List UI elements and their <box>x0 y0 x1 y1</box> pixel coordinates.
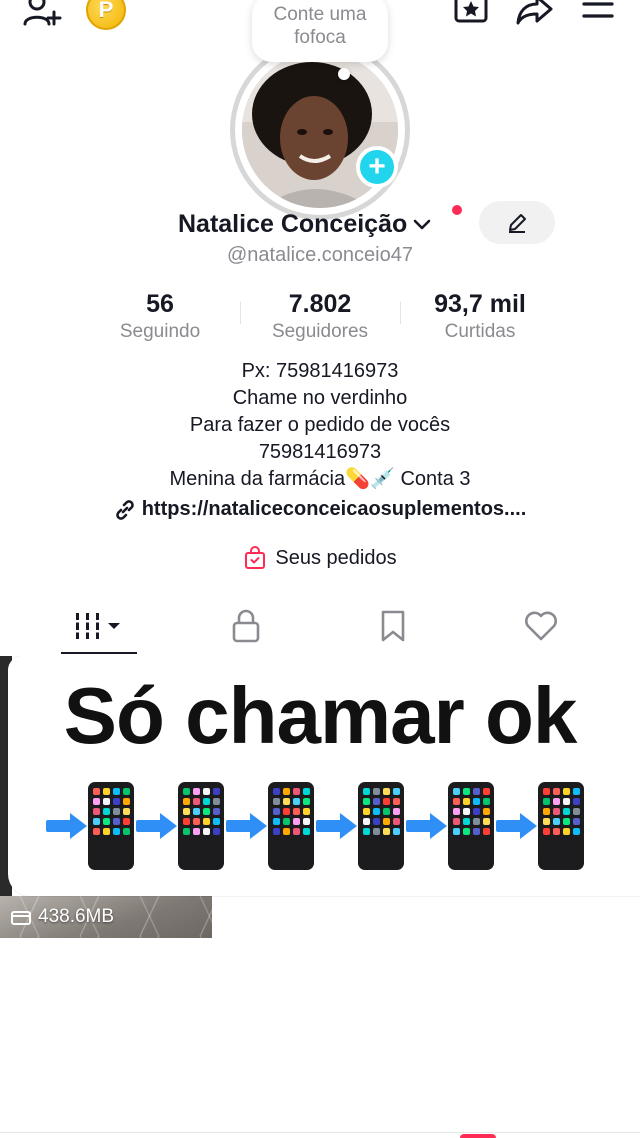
tab-liked[interactable] <box>496 600 586 652</box>
bottom-nav-indicator <box>460 1134 496 1138</box>
bio-line: 75981416973 <box>258 441 382 463</box>
mobile-phone-icon <box>358 782 404 870</box>
your-orders-button[interactable]: Seus pedidos <box>0 546 640 570</box>
bio-line: Chame no verdinho <box>232 387 408 409</box>
mobile-phone-icon <box>448 782 494 870</box>
mobile-phone-icon <box>88 782 134 870</box>
tab-private[interactable] <box>201 600 291 652</box>
tab-videos[interactable] <box>54 600 144 652</box>
notification-dot <box>452 205 462 215</box>
mobile-phone-icon <box>178 782 224 870</box>
profile-handle: @natalice.conceio47 <box>227 244 413 266</box>
shopping-bag-icon <box>245 546 266 569</box>
edit-profile-button[interactable] <box>479 201 555 244</box>
video-title: Só chamar ok <box>63 671 578 760</box>
share-icon[interactable] <box>514 0 556 28</box>
videos-grid-icon <box>74 613 120 639</box>
chevron-down-icon <box>413 219 431 230</box>
link-text: https://nataliceconceicaosuplementos.... <box>141 498 527 520</box>
arrow-phone-emoji <box>316 782 404 870</box>
bookmark-icon <box>381 610 405 642</box>
note-bubble-dot <box>338 68 350 80</box>
stat-likes[interactable]: 93,7 mil Curtidas <box>400 288 560 344</box>
arrow-right-icon <box>316 813 357 839</box>
bio-line: Px: 75981416973 <box>241 360 399 382</box>
profile-stats: 56 Seguindo 7.802 Seguidores 93,7 mil Cu… <box>0 288 640 348</box>
profile-bio: Px: 75981416973 Chame no verdinho Para f… <box>0 358 640 493</box>
profile-link[interactable]: https://nataliceconceicaosuplementos.... <box>0 498 640 521</box>
add-friend-icon[interactable] <box>20 0 64 30</box>
profile-tabs <box>0 600 640 656</box>
mobile-phone-icon <box>268 782 314 870</box>
bio-line: Para fazer o pedido de vocês <box>189 414 451 436</box>
your-orders-label: Seus pedidos <box>275 546 397 569</box>
arrow-right-icon <box>496 813 537 839</box>
arrow-phone-emoji <box>46 782 134 870</box>
storage-icon <box>11 911 31 925</box>
account-switcher[interactable]: Natalice Conceição <box>178 204 433 244</box>
arrow-right-icon <box>406 813 447 839</box>
arrow-right-icon <box>136 813 177 839</box>
stat-following[interactable]: 56 Seguindo <box>80 288 240 344</box>
active-tab-indicator <box>61 652 137 654</box>
stat-followers[interactable]: 7.802 Seguidores <box>240 288 400 344</box>
phone-emoji-row <box>46 780 606 872</box>
profile-page: P + Conte uma fofoca Natalice Conceição … <box>0 0 640 1138</box>
arrow-phone-emoji <box>136 782 224 870</box>
note-text: Conte uma fofoca <box>273 4 367 48</box>
add-story-button[interactable]: + <box>356 146 398 188</box>
tab-saved[interactable] <box>348 600 438 652</box>
bottom-divider <box>0 1132 640 1133</box>
bio-line: Menina da farmácia💊💉 Conta 3 <box>169 468 471 490</box>
video-thumbnail[interactable]: Só chamar ok 438.6MB <box>0 656 640 938</box>
arrow-right-icon <box>226 813 267 839</box>
note-bubble[interactable]: Conte uma fofoca <box>252 0 388 62</box>
lock-icon <box>232 609 260 643</box>
arrow-phone-emoji <box>496 782 584 870</box>
edit-icon <box>509 213 526 233</box>
arrow-right-icon <box>46 813 87 839</box>
arrow-phone-emoji <box>406 782 494 870</box>
favorites-icon[interactable] <box>450 0 492 28</box>
heart-icon <box>525 611 557 641</box>
profile-name: Natalice Conceição <box>178 209 408 238</box>
mobile-phone-icon <box>538 782 584 870</box>
coin-icon[interactable]: P <box>86 0 126 30</box>
menu-icon[interactable] <box>580 0 616 28</box>
arrow-phone-emoji <box>226 782 314 870</box>
link-icon <box>115 499 134 520</box>
video-size: 438.6MB <box>10 906 114 928</box>
